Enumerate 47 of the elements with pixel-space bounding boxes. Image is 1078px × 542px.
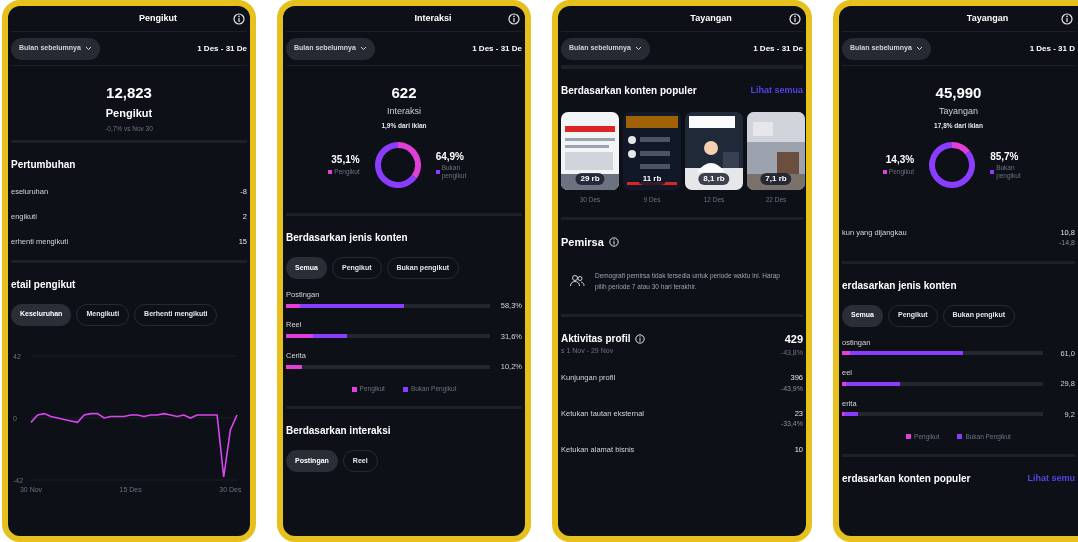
percent-value: 35,1% <box>331 153 360 168</box>
total-value: 622 <box>391 83 417 103</box>
screen-title: Tayangan <box>690 11 732 25</box>
info-icon[interactable] <box>508 12 520 25</box>
screen-title: Tayangan <box>966 11 1009 25</box>
people-icon <box>569 274 585 289</box>
date-range: 1 Des - 31 D <box>1029 42 1075 55</box>
screen-title: Interaksi <box>414 11 452 25</box>
screen-title: Pengikut <box>139 11 177 25</box>
view-count: 8,1 rb <box>698 173 730 185</box>
total-value: 45,990 <box>935 83 982 103</box>
total-value: 12,823 <box>106 83 152 103</box>
chevron-down-icon <box>634 46 642 51</box>
info-icon[interactable] <box>233 12 245 25</box>
section-heading: Berdasarkan konten populer <box>561 84 697 98</box>
section-heading: Pertumbuhan <box>11 157 76 172</box>
info-icon[interactable] <box>789 12 801 25</box>
view-count: 7,1 rb <box>760 173 792 185</box>
view-count: 29 rb <box>575 173 605 185</box>
total-label: Tayangan <box>938 104 978 118</box>
section-heading: erdasarkan konten populer <box>842 471 971 486</box>
info-icon[interactable] <box>608 237 619 247</box>
info-icon[interactable] <box>1061 12 1073 25</box>
percent-value: 14,3% <box>885 153 915 168</box>
total-label: Interaksi <box>387 104 421 118</box>
chevron-down-icon <box>84 46 92 51</box>
section-heading: etail pengikut <box>11 277 76 292</box>
post-thumbnail[interactable]: 11 rb <box>623 112 681 190</box>
percent-value: 64,9% <box>435 150 464 165</box>
percent-value: 85,7% <box>990 150 1019 165</box>
section-heading: Pemirsa <box>561 234 604 250</box>
chevron-down-icon <box>359 46 367 51</box>
chevron-down-icon <box>915 46 923 51</box>
section-heading: Berdasarkan jenis konten <box>286 230 408 245</box>
post-thumbnail[interactable]: 29 rb <box>561 112 619 190</box>
section-heading: erdasarkan jenis konten <box>842 278 957 293</box>
date-range: 1 Des - 31 De <box>472 42 522 55</box>
section-heading: Berdasarkan interaksi <box>286 424 391 438</box>
metric-total: 429 <box>784 332 803 348</box>
post-thumbnail[interactable]: 7,1 rb <box>747 112 805 190</box>
section-heading: Aktivitas profil <box>561 332 631 347</box>
total-label: Pengikut <box>105 105 153 121</box>
date-range: 1 Des - 31 De <box>197 42 247 55</box>
date-range: 1 Des - 31 De <box>753 42 803 55</box>
view-count: 11 rb <box>637 173 667 185</box>
post-thumbnail[interactable]: 8,1 rb <box>685 112 743 190</box>
info-icon[interactable] <box>635 333 646 344</box>
